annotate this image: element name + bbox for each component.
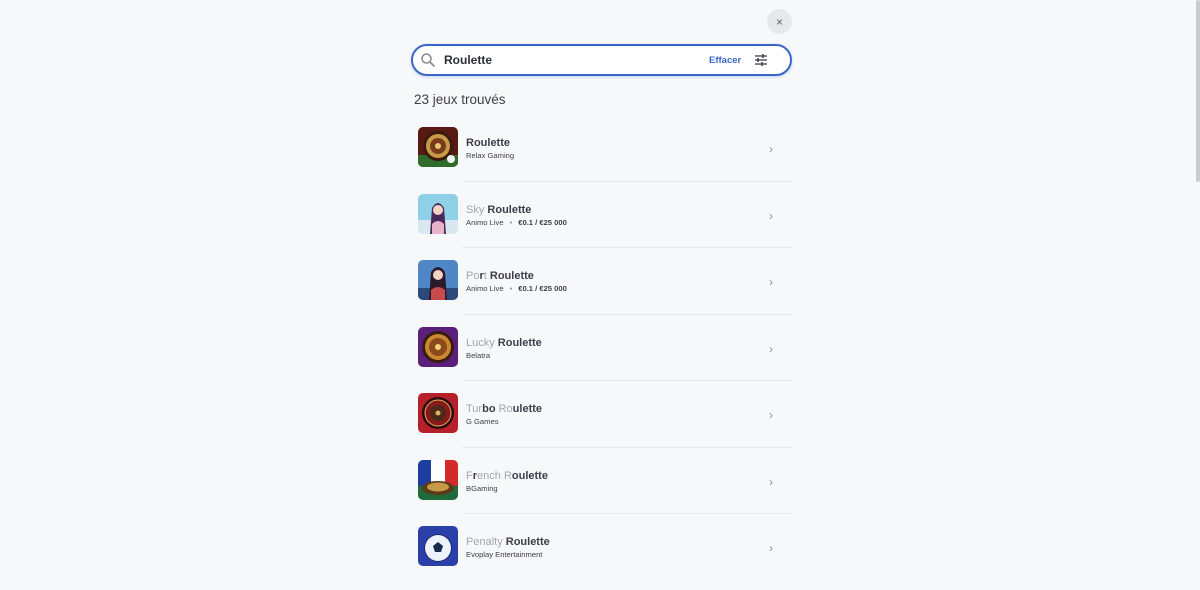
game-subtitle: BGaming — [466, 484, 498, 493]
game-provider: Animo Live — [466, 284, 504, 293]
divider — [462, 180, 792, 182]
filter-sliders-icon[interactable] — [754, 53, 768, 67]
chevron-right-icon[interactable]: › — [769, 541, 773, 555]
game-thumbnail[interactable] — [418, 459, 458, 500]
page-scrollbar[interactable] — [1196, 0, 1200, 182]
chevron-right-icon[interactable]: › — [769, 475, 773, 489]
game-thumbnail[interactable] — [418, 526, 458, 566]
game-provider: BGaming — [466, 483, 498, 493]
clear-search-button[interactable]: Effacer — [709, 55, 741, 66]
divider — [462, 247, 792, 248]
game-title: Sky Roulette — [466, 203, 532, 216]
game-results-list: Roulette Relax Gaming › Sky Roulette Animo L… — [418, 124, 792, 590]
game-subtitle: G Games — [466, 417, 499, 426]
divider — [462, 313, 792, 315]
game-title: Turbo Roulette — [466, 403, 543, 415]
game-title: Port Roulette — [466, 270, 534, 282]
divider — [462, 513, 792, 514]
chevron-right-icon[interactable]: › — [769, 209, 773, 223]
chevron-right-icon[interactable]: › — [769, 275, 773, 289]
game-list-item[interactable]: Turbo Roulette G Games › — [418, 390, 792, 457]
game-title: French Roulette — [466, 469, 548, 482]
game-thumbnail[interactable] — [418, 260, 458, 300]
chevron-right-icon[interactable]: › — [769, 342, 773, 356]
game-thumbnail[interactable] — [418, 193, 458, 234]
game-list-item[interactable]: Port Roulette Animo Live • €0.1 / €25 000 › — [418, 257, 792, 324]
close-button[interactable]: × — [767, 9, 792, 34]
game-provider: Animo Live — [466, 217, 504, 227]
game-subtitle: Belatra — [466, 351, 490, 360]
results-count: 23 jeux trouvés — [414, 92, 506, 107]
game-thumbnail[interactable] — [418, 326, 458, 367]
chevron-right-icon[interactable]: › — [769, 142, 773, 156]
game-provider: Belatra — [466, 350, 491, 360]
game-provider: Relax Gaming — [466, 151, 515, 160]
search-icon — [421, 53, 435, 67]
divider — [462, 446, 792, 448]
game-list-item[interactable]: Sky Roulette Animo Live • €0.1 / €25 000 › — [418, 191, 792, 258]
divider — [462, 380, 792, 381]
game-thumbnail[interactable] — [418, 127, 458, 167]
game-provider: G Games — [466, 417, 499, 426]
game-title: Lucky Roulette — [466, 336, 542, 349]
game-subtitle: Animo Live • €0.1 / €25 000 — [466, 284, 567, 293]
search-input[interactable] — [444, 53, 704, 67]
game-list-item[interactable]: Penalty Roulette Evoplay Entertainment › — [418, 523, 792, 590]
game-list-item[interactable]: Lucky Roulette Belatra › — [418, 324, 792, 391]
game-subtitle: Relax Gaming — [466, 151, 514, 160]
game-bet-limits: €0.1 / €25 000 — [518, 284, 567, 293]
close-icon: × — [775, 14, 783, 29]
game-bet-limits: €0.1 / €25 000 — [518, 217, 567, 227]
game-list-item[interactable]: Roulette Relax Gaming › — [418, 124, 792, 191]
game-title: Roulette — [466, 137, 510, 149]
search-bar: Effacer — [411, 44, 792, 76]
game-list-item[interactable]: French Roulette BGaming › — [418, 457, 792, 524]
game-provider: Evoplay Entertainment — [466, 550, 543, 559]
game-title: Penalty Roulette — [466, 536, 550, 548]
game-thumbnail[interactable] — [418, 393, 458, 433]
game-subtitle: Animo Live • €0.1 / €25 000 — [466, 217, 567, 227]
game-subtitle: Evoplay Entertainment — [466, 550, 542, 559]
chevron-right-icon[interactable]: › — [769, 408, 773, 422]
